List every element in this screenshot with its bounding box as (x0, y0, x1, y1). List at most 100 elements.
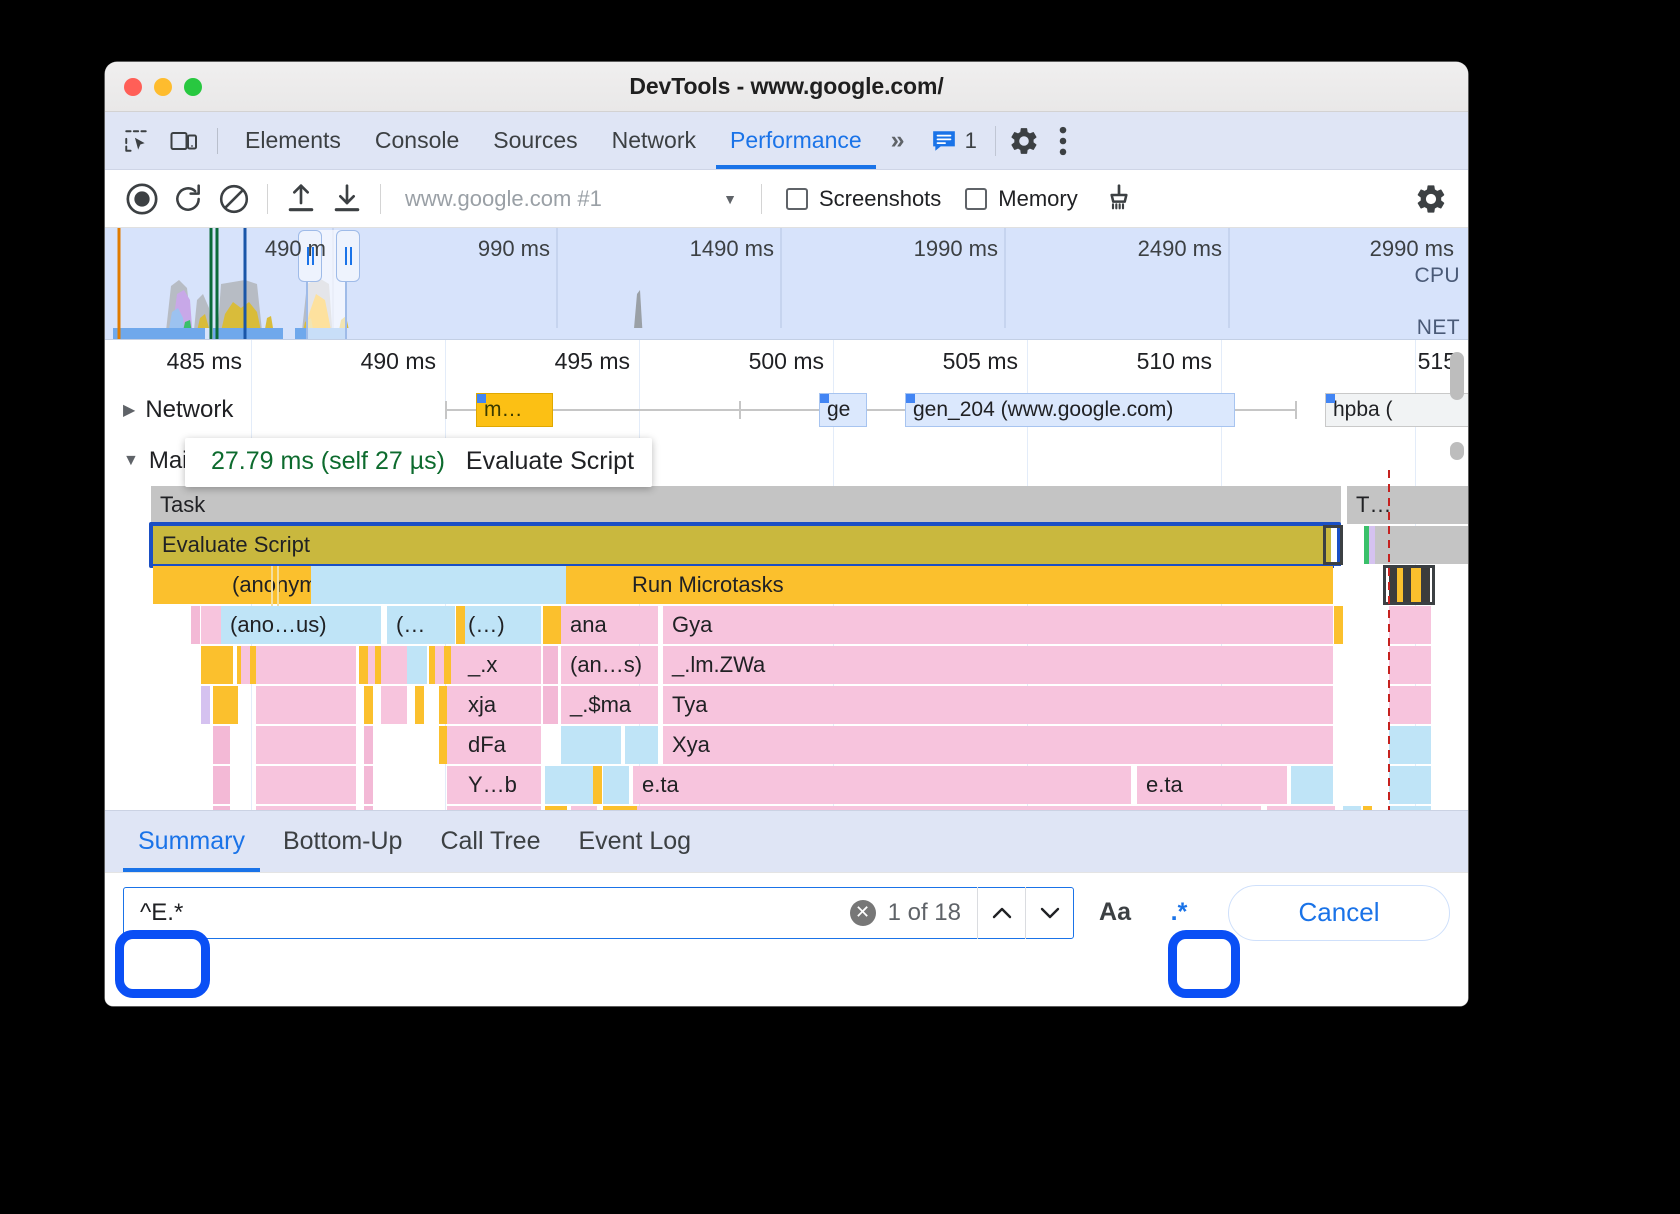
flame-item[interactable] (221, 766, 230, 804)
more-options-icon[interactable] (1058, 126, 1068, 156)
gear-icon[interactable] (1008, 125, 1040, 157)
tab-performance[interactable]: Performance (713, 112, 879, 169)
flame-item-label[interactable]: Gya (663, 606, 1333, 644)
flame-item[interactable] (1334, 566, 1343, 604)
flame-item[interactable] (549, 686, 558, 724)
flame-item[interactable]: Task (151, 486, 1341, 524)
flame-row[interactable]: dFa Xya (151, 726, 1468, 766)
flame-item-label[interactable]: dFa (459, 726, 541, 764)
tab-call-tree[interactable]: Call Tree (421, 811, 559, 872)
chevron-right-icon[interactable]: ▶ (123, 400, 135, 420)
load-profile-icon[interactable] (278, 176, 324, 222)
inspect-icon[interactable] (119, 124, 153, 158)
flame-item[interactable] (256, 726, 356, 764)
flame-item-label[interactable]: Y…b (459, 766, 541, 804)
flame-row[interactable]: (ano…us) (… (…) ana Gya (151, 606, 1468, 646)
flame-item[interactable] (201, 686, 210, 724)
flame-item-label[interactable]: Tya (663, 686, 1333, 724)
screenshots-checkbox[interactable]: Screenshots (786, 186, 941, 212)
flame-item[interactable] (571, 806, 597, 810)
flame-item[interactable] (364, 686, 373, 724)
flame-item-label[interactable]: (anonymous) (637, 806, 1261, 810)
flame-item[interactable] (1389, 806, 1431, 810)
cancel-button[interactable]: Cancel (1228, 885, 1450, 941)
search-prev-button[interactable] (977, 887, 1025, 939)
flame-item[interactable] (241, 646, 250, 684)
flame-item-label[interactable]: e.ta (1137, 766, 1287, 804)
flame-item-label[interactable]: (ano…us) (221, 606, 381, 644)
flame-row[interactable]: Task T… (151, 486, 1468, 526)
overview-resize-handle-right[interactable] (336, 230, 360, 282)
search-input[interactable]: ^E.* ✕ 1 of 18 (123, 887, 1074, 939)
search-next-button[interactable] (1025, 887, 1073, 939)
flame-item[interactable] (221, 726, 230, 764)
save-profile-icon[interactable] (324, 176, 370, 222)
flame-item[interactable] (435, 646, 444, 684)
flame-item[interactable] (625, 726, 658, 764)
flame-item-label[interactable]: (…) (459, 606, 541, 644)
tab-event-log[interactable]: Event Log (560, 811, 711, 872)
flame-item[interactable] (191, 606, 200, 644)
flame-chart-panel[interactable]: 485 ms 490 ms 495 ms 500 ms 505 ms 510 m… (105, 340, 1468, 810)
flame-item[interactable] (603, 766, 629, 804)
flame-item-label[interactable]: G… (459, 806, 541, 810)
flame-item-label[interactable]: (…) (1267, 806, 1335, 810)
message-indicator[interactable]: 1 (931, 128, 977, 154)
record-icon[interactable] (119, 176, 165, 222)
chevron-down-icon[interactable]: ▼ (123, 452, 139, 470)
flame-item[interactable] (549, 646, 558, 684)
flame-item[interactable] (566, 566, 575, 604)
flame-item-label[interactable]: _.x (459, 646, 541, 684)
tab-elements[interactable]: Elements (228, 112, 358, 169)
flame-item-evaluate-script[interactable]: Evaluate Script (153, 526, 1331, 564)
flame-item[interactable] (381, 686, 407, 724)
flame-item[interactable] (561, 726, 621, 764)
flame-item[interactable] (364, 766, 373, 804)
tab-sources[interactable]: Sources (476, 112, 594, 169)
flame-item[interactable] (256, 686, 356, 724)
flame-item-label[interactable]: _.lm.ZWa (663, 646, 1333, 684)
more-tabs-icon[interactable]: » (879, 126, 917, 155)
flame-item[interactable] (256, 806, 356, 810)
flame-row[interactable]: G… (anonymous) (…) (151, 806, 1468, 810)
network-track-header[interactable]: ▶ Network (105, 384, 1468, 436)
flame-item[interactable] (545, 766, 593, 804)
flame-row[interactable]: Y…b e.ta e.ta (151, 766, 1468, 806)
flame-item[interactable] (545, 806, 567, 810)
flame-item[interactable] (603, 806, 637, 810)
flame-item[interactable] (229, 686, 238, 724)
tab-summary[interactable]: Summary (119, 811, 264, 872)
flame-item[interactable] (364, 806, 373, 810)
flame-item-label[interactable]: (an…s) (561, 646, 658, 684)
flame-item-label[interactable]: Xya (663, 726, 1333, 764)
flame-item[interactable] (1389, 646, 1431, 684)
flame-item-label[interactable]: (… (387, 606, 455, 644)
collect-garbage-icon[interactable] (1096, 176, 1142, 222)
flame-item[interactable] (1389, 726, 1431, 764)
flame-item[interactable] (311, 566, 566, 604)
tab-console[interactable]: Console (358, 112, 476, 169)
flame-item[interactable] (381, 646, 407, 684)
flame-item[interactable] (256, 766, 356, 804)
flame-chart-frames[interactable]: Task T… Evaluate Script (anonymous) Run … (151, 486, 1468, 810)
timeline-overview[interactable]: 490 m 990 ms 1490 ms 1990 ms 2490 ms 299… (105, 228, 1468, 340)
flame-item-label[interactable]: Run Microtasks (623, 566, 1333, 604)
flame-item[interactable] (201, 646, 233, 684)
flame-item[interactable] (1389, 606, 1431, 644)
clear-icon[interactable] (211, 176, 257, 222)
flame-item-label[interactable]: e.ta (633, 766, 1131, 804)
flame-row[interactable]: _.x (an…s) _.lm.ZWa (151, 646, 1468, 686)
reload-record-icon[interactable] (165, 176, 211, 222)
session-selector[interactable]: www.google.com #1 ▼ (391, 186, 751, 212)
flame-item[interactable] (1291, 766, 1333, 804)
flame-item[interactable] (407, 646, 427, 684)
flame-item[interactable] (1389, 686, 1431, 724)
flame-item[interactable] (364, 726, 373, 764)
flame-item-label[interactable]: xja (459, 686, 541, 724)
flame-item-label[interactable]: _.$ma (561, 686, 658, 724)
flame-item[interactable] (1363, 806, 1372, 810)
flame-row[interactable]: Evaluate Script (151, 526, 1468, 566)
regex-toggle-button[interactable]: .* (1156, 890, 1202, 936)
flame-chart-scrollbar-thumb[interactable] (1450, 442, 1464, 460)
flame-item[interactable] (456, 606, 465, 644)
